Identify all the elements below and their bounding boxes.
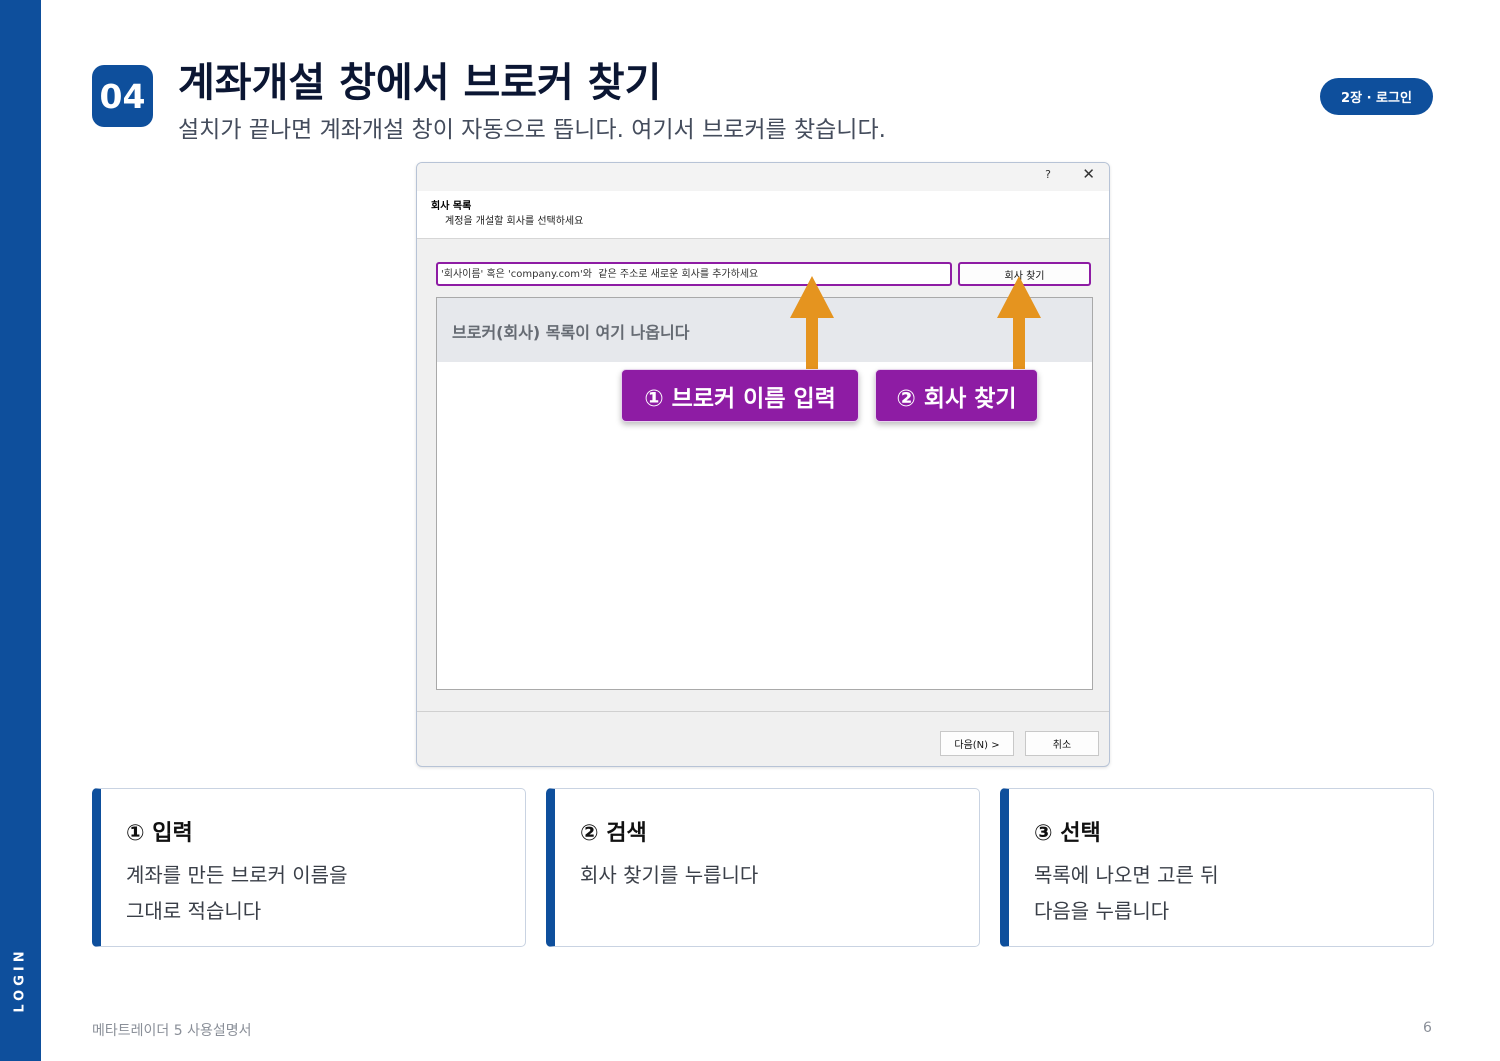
card-title: ② 검색 (580, 821, 647, 846)
dialog-section-title: 회사 목록 (431, 201, 472, 212)
step-number-badge: 04 (92, 65, 153, 127)
card-body: 계좌를 만든 브로커 이름을 그대로 적습니다 (126, 857, 347, 929)
chapter-badge: 2장 · 로그인 (1320, 78, 1433, 115)
page-number: 6 (1423, 1020, 1432, 1036)
card-title: ③ 선택 (1034, 821, 1101, 846)
step-card-input: ① 입력 계좌를 만든 브로커 이름을 그대로 적습니다 (92, 788, 526, 947)
dialog-divider (417, 711, 1109, 712)
card-body-line: 다음을 누릅니다 (1034, 899, 1170, 923)
dialog-section-description: 계정을 개설할 회사를 선택하세요 (445, 216, 584, 227)
cancel-button[interactable]: 취소 (1025, 731, 1099, 756)
arrow-up-icon (997, 276, 1041, 370)
arrow-up-icon (790, 276, 834, 370)
card-body-line: 목록에 나오면 고른 뒤 (1034, 863, 1219, 887)
page-subtitle: 설치가 끝나면 계좌개설 창이 자동으로 뜹니다. 여기서 브로커를 찾습니다. (178, 117, 886, 143)
card-title: ① 입력 (126, 821, 193, 846)
next-button[interactable]: 다음(N) > (940, 731, 1014, 756)
step-card-search: ② 검색 회사 찾기를 누릅니다 (546, 788, 980, 947)
page-title: 계좌개설 창에서 브로커 찾기 (178, 60, 662, 106)
help-icon[interactable]: ? (1045, 168, 1051, 181)
broker-list-placeholder: 브로커(회사) 목록이 여기 나옵니다 (452, 323, 690, 342)
company-search-input[interactable] (436, 262, 952, 286)
card-body-line: 회사 찾기를 누릅니다 (580, 863, 759, 887)
broker-list[interactable]: 브로커(회사) 목록이 여기 나옵니다 (436, 297, 1093, 690)
card-body: 목록에 나오면 고른 뒤 다음을 누릅니다 (1034, 857, 1219, 929)
card-body: 회사 찾기를 누릅니다 (580, 857, 758, 893)
side-bar: LOGIN (0, 0, 41, 1061)
dialog-titlebar: ? ✕ (417, 163, 1109, 191)
footer-document-title: 메타트레이더 5 사용설명서 (92, 1023, 252, 1039)
close-icon[interactable]: ✕ (1082, 165, 1095, 183)
callout-enter-broker-name: ① 브로커 이름 입력 (621, 369, 859, 422)
card-body-line: 계좌를 만든 브로커 이름을 (126, 863, 348, 887)
account-open-dialog: ? ✕ 회사 목록 계정을 개설할 회사를 선택하세요 회사 찾기 브로커(회사… (416, 162, 1110, 767)
callout-find-company: ② 회사 찾기 (875, 369, 1038, 422)
side-section-label: LOGIN (12, 947, 28, 1013)
broker-list-placeholder-row: 브로커(회사) 목록이 여기 나옵니다 (437, 298, 1092, 362)
dialog-header: 회사 목록 계정을 개설할 회사를 선택하세요 (417, 191, 1109, 239)
card-body-line: 그대로 적습니다 (126, 899, 262, 923)
step-card-select: ③ 선택 목록에 나오면 고른 뒤 다음을 누릅니다 (1000, 788, 1434, 947)
